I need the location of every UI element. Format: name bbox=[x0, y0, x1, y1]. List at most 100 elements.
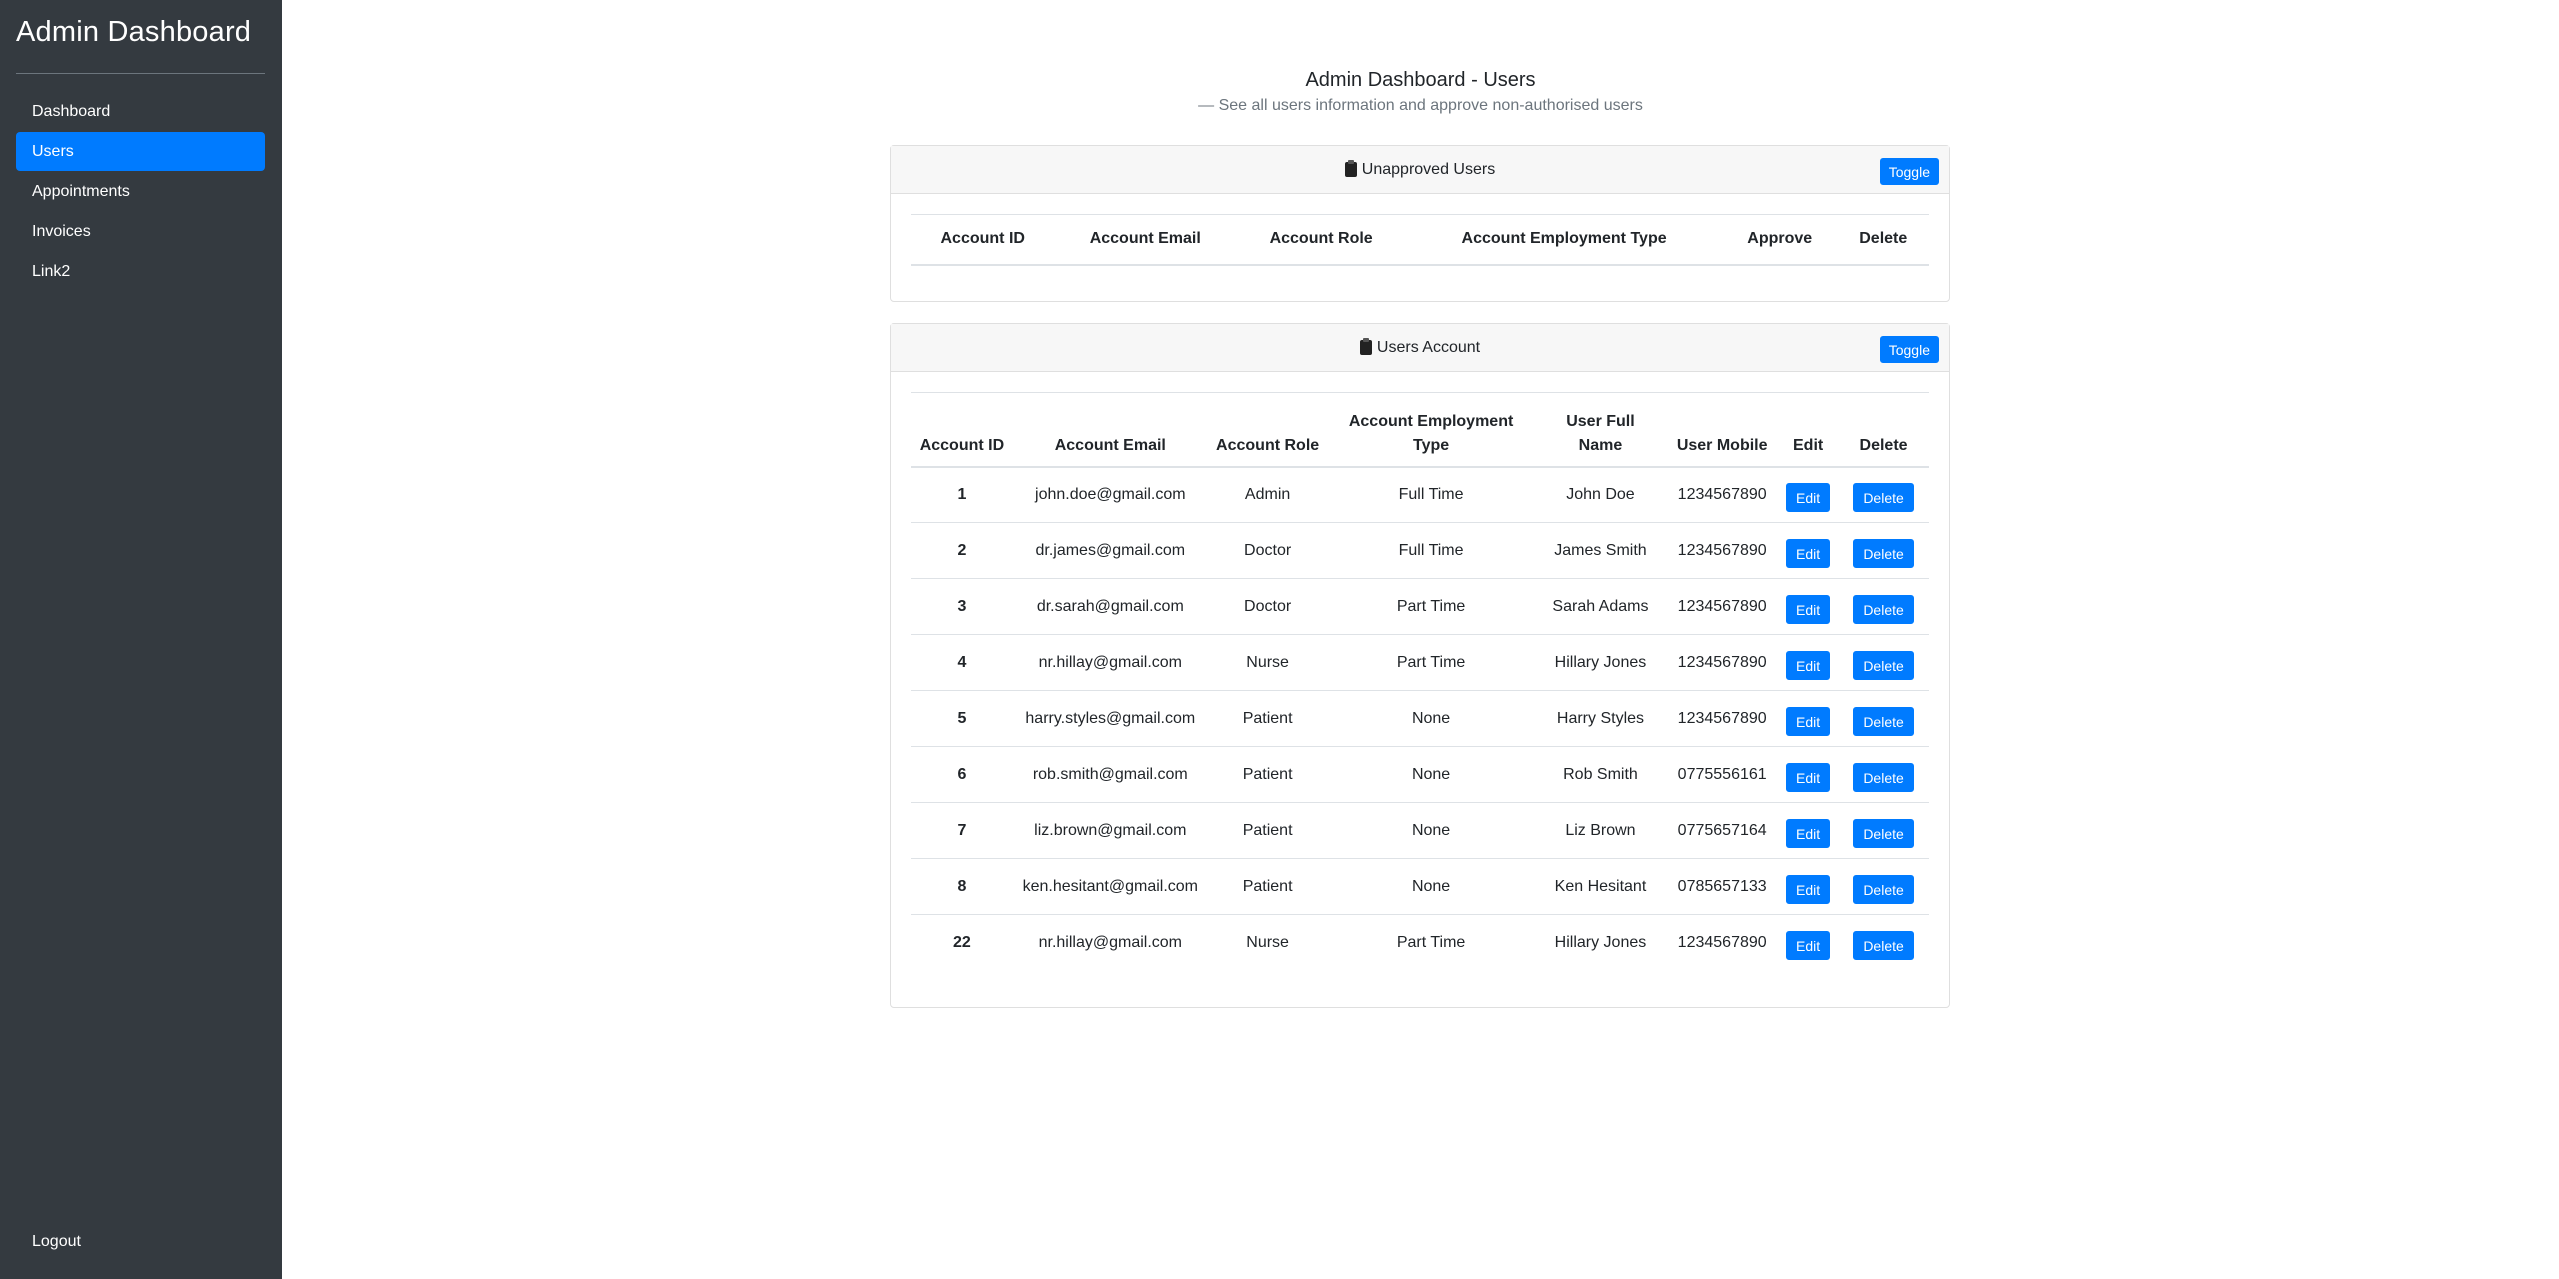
employment-type-cell: None bbox=[1327, 746, 1535, 803]
delete-cell: Delete bbox=[1838, 690, 1929, 747]
delete-button[interactable]: Delete bbox=[1853, 931, 1914, 961]
account-id-cell: 5 bbox=[911, 690, 1013, 747]
account-email-cell: harry.styles@gmail.com bbox=[1012, 690, 1208, 747]
account-role-cell: Doctor bbox=[1207, 522, 1328, 579]
full-name-cell: Rob Smith bbox=[1534, 746, 1667, 803]
table-row: 3 dr.sarah@gmail.com Doctor Part Time Sarah … bbox=[911, 578, 1929, 635]
delete-cell: Delete bbox=[1838, 578, 1929, 635]
account-id-cell: 4 bbox=[911, 634, 1013, 691]
delete-button[interactable]: Delete bbox=[1853, 819, 1914, 848]
account-id-cell: 2 bbox=[911, 522, 1013, 579]
users-table: Account ID Account Email Account Role Ac… bbox=[911, 392, 1929, 971]
unapproved-toggle-button[interactable]: Toggle bbox=[1879, 158, 1939, 185]
mobile-cell: 0775556161 bbox=[1666, 746, 1779, 803]
delete-cell: Delete bbox=[1838, 802, 1929, 859]
edit-button[interactable]: Edit bbox=[1786, 763, 1831, 792]
column-header: Account Employment Type bbox=[1327, 392, 1535, 468]
table-row: 8 ken.hesitant@gmail.com Patient None Ken He… bbox=[911, 858, 1929, 915]
unapproved-users-title: Unapproved Users bbox=[1361, 160, 1496, 178]
sidebar-item-invoices[interactable]: Invoices bbox=[16, 212, 265, 251]
users-account-body: Account ID Account Email Account Role Ac… bbox=[891, 372, 1949, 991]
column-header: Delete bbox=[1837, 214, 1929, 266]
page-title: Admin Dashboard - Users bbox=[1305, 69, 1536, 91]
sidebar-item-users[interactable]: Users bbox=[16, 132, 265, 171]
table-row: 5 harry.styles@gmail.com Patient None Harry … bbox=[911, 690, 1929, 747]
delete-button[interactable]: Delete bbox=[1853, 651, 1914, 680]
edit-button[interactable]: Edit bbox=[1786, 595, 1831, 624]
full-name-cell: Hillary Jones bbox=[1534, 634, 1667, 691]
mobile-cell: 1234567890 bbox=[1666, 690, 1779, 747]
column-header: Edit bbox=[1778, 392, 1839, 468]
delete-button[interactable]: Delete bbox=[1853, 763, 1914, 792]
edit-button[interactable]: Edit bbox=[1786, 539, 1831, 568]
delete-cell: Delete bbox=[1838, 467, 1929, 523]
users-toggle-button[interactable]: Toggle bbox=[1879, 336, 1939, 363]
table-header-row: Account ID Account Email Account Role Ac… bbox=[911, 392, 1929, 468]
edit-cell: Edit bbox=[1778, 746, 1839, 803]
delete-cell: Delete bbox=[1838, 522, 1929, 579]
sidebar-item-link2[interactable]: Link2 bbox=[16, 252, 265, 291]
delete-button[interactable]: Delete bbox=[1853, 875, 1914, 904]
account-email-cell: ken.hesitant@gmail.com bbox=[1012, 858, 1208, 915]
full-name-cell: Liz Brown bbox=[1534, 802, 1667, 859]
account-email-cell: nr.hillay@gmail.com bbox=[1012, 914, 1208, 971]
employment-type-cell: Full Time bbox=[1327, 522, 1535, 579]
account-email-cell: john.doe@gmail.com bbox=[1035, 485, 1186, 503]
logout-link[interactable]: Logout bbox=[32, 1233, 81, 1251]
edit-cell: Edit bbox=[1778, 522, 1839, 579]
delete-button[interactable]: Delete bbox=[1853, 595, 1914, 624]
column-header: Account Email bbox=[1054, 214, 1237, 266]
full-name-cell: Sarah Adams bbox=[1534, 578, 1667, 635]
account-email-cell: rob.smith@gmail.com bbox=[1012, 746, 1208, 803]
account-id-cell: 3 bbox=[911, 578, 1013, 635]
column-header: Account Employment Type bbox=[1406, 214, 1722, 266]
delete-cell: Delete bbox=[1838, 914, 1929, 971]
account-email-cell: dr.james@gmail.com bbox=[1012, 522, 1208, 579]
mobile-cell: 1234567890 bbox=[1666, 578, 1779, 635]
account-role-cell: Admin bbox=[1244, 485, 1291, 503]
edit-button[interactable]: Edit bbox=[1786, 483, 1831, 513]
column-header: User Mobile bbox=[1666, 392, 1779, 468]
account-id-cell: 7 bbox=[911, 802, 1013, 859]
sidebar-item-appointments[interactable]: Appointments bbox=[16, 172, 265, 211]
edit-cell: Edit bbox=[1778, 914, 1839, 971]
column-header: User Full Name bbox=[1534, 392, 1667, 468]
mobile-cell: 1234567890 bbox=[1677, 485, 1767, 503]
account-role-cell: Nurse bbox=[1207, 634, 1328, 691]
delete-button[interactable]: Delete bbox=[1853, 483, 1914, 513]
edit-cell: Edit bbox=[1778, 802, 1839, 859]
delete-button[interactable]: Delete bbox=[1853, 707, 1914, 736]
account-role-cell: Patient bbox=[1207, 746, 1328, 803]
edit-cell: Edit bbox=[1778, 634, 1839, 691]
full-name-cell: Ken Hesitant bbox=[1534, 858, 1667, 915]
account-email-cell: dr.sarah@gmail.com bbox=[1012, 578, 1208, 635]
mobile-cell: 1234567890 bbox=[1666, 914, 1779, 971]
table-row: 6 rob.smith@gmail.com Patient None Rob Smith… bbox=[911, 746, 1929, 803]
full-name-cell: John Doe bbox=[1566, 485, 1635, 503]
account-role-cell: Patient bbox=[1207, 802, 1328, 859]
page-header: Admin Dashboard - Users — See all users … bbox=[282, 66, 2559, 117]
edit-button[interactable]: Edit bbox=[1786, 819, 1831, 848]
employment-type-cell: Part Time bbox=[1327, 578, 1535, 635]
clipboard-icon bbox=[1344, 160, 1357, 177]
edit-button[interactable]: Edit bbox=[1786, 651, 1831, 680]
sidebar-nav: Dashboard Users Appointments Invoices Li… bbox=[16, 92, 265, 292]
clipboard-icon bbox=[1359, 338, 1372, 355]
sidebar-item-dashboard[interactable]: Dashboard bbox=[16, 92, 265, 131]
edit-cell: Edit bbox=[1778, 858, 1839, 915]
delete-button[interactable]: Delete bbox=[1853, 539, 1914, 568]
edit-button[interactable]: Edit bbox=[1786, 875, 1831, 904]
column-header: Delete bbox=[1838, 392, 1929, 468]
column-header: Account Email bbox=[1012, 392, 1208, 468]
full-name-cell: James Smith bbox=[1534, 522, 1667, 579]
edit-cell: Edit bbox=[1778, 690, 1839, 747]
column-header: Account Role bbox=[1207, 392, 1328, 468]
column-header: Account ID bbox=[911, 392, 1013, 468]
account-role-cell: Doctor bbox=[1207, 578, 1328, 635]
account-id-cell: 8 bbox=[911, 858, 1013, 915]
edit-button[interactable]: Edit bbox=[1786, 931, 1831, 961]
delete-cell: Delete bbox=[1838, 858, 1929, 915]
edit-button[interactable]: Edit bbox=[1786, 707, 1831, 736]
employment-type-cell: None bbox=[1327, 690, 1535, 747]
mobile-cell: 0785657133 bbox=[1666, 858, 1779, 915]
